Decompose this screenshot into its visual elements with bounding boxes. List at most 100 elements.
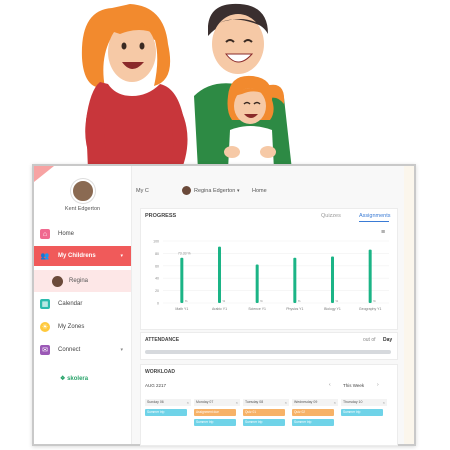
workload-days: Sunday 06 × Summer trip Monday 07 × Assignmen… [145,399,393,443]
bar-percent-label: % [260,299,263,303]
brand-logo: ❖ skolera [60,375,88,382]
y-tick-label: 40 [155,277,159,281]
workload-day: Sunday 06 × Summer trip [145,399,191,439]
workload-event[interactable]: Summer trip [194,419,236,426]
x-tick-label: Arabic Y1 [212,307,227,311]
workload-event[interactable]: Summer trip [341,409,383,416]
sidebar-item-regina[interactable]: Regina [34,270,131,292]
attendance-period[interactable]: Day [383,337,392,343]
child-avatar [52,275,63,287]
sidebar-item-home[interactable]: ⌂ Home [34,224,131,244]
workload-event[interactable]: Summer trip [292,419,334,426]
right-edge-panel [404,166,414,444]
sidebar-item-calendar[interactable]: ▦ Calendar [34,294,131,314]
tab-quizzes[interactable]: Quizzes [321,213,341,219]
chat-icon: ✉ [40,345,50,355]
prev-week-button[interactable]: ‹ [329,382,331,388]
close-icon[interactable]: × [187,399,189,406]
home-link[interactable]: Home [252,188,267,194]
close-icon[interactable]: × [285,399,287,406]
bar-percent-label: % [185,299,188,303]
workload-day: Wednesday 09 × Quiz 02 Summer trip [292,399,338,439]
x-tick-label: Geography Y1 [359,307,382,311]
chevron-down-icon: ▾ [120,253,123,259]
close-icon[interactable]: × [383,399,385,406]
bar[interactable] [255,264,259,303]
progress-chart: 0 20 40 60 80 100% Math Y1% Arabic Y1% Science Y… [153,240,389,311]
workload-day: Monday 07 × Assignment due Summer trip [194,399,240,439]
close-icon[interactable]: × [236,399,238,406]
bar[interactable] [331,256,334,304]
topbar: My C Regina Edgerton ▾ Home [132,182,414,200]
workload-day-label: Wednesday 09 × [292,399,338,406]
avatar[interactable] [71,179,95,203]
workload-day-label: Sunday 06 × [145,399,191,406]
sidebar-item-label: My Zones [58,324,85,330]
workload-event[interactable]: Quiz 01 [243,409,285,416]
sidebar-item-connect[interactable]: ✉ Connect ▾ [34,340,131,360]
bar-percent-label: % [223,299,226,303]
workload-event[interactable]: Summer trip [145,409,187,416]
sidebar-item-my-childrens[interactable]: 👥 My Childrens ▾ [34,246,131,266]
workload-event[interactable]: Assignment due [194,409,236,416]
people-icon: 👥 [40,253,50,260]
workload-day-label: Monday 07 × [194,399,240,406]
sidebar-item-label: Home [58,231,75,237]
bar[interactable] [293,257,297,303]
sidebar-item-label: Connect [58,347,81,353]
bar-annotation: 73.33 % [178,252,191,256]
attendance-out-of: out of [363,337,376,343]
progress-title: PROGRESS [145,213,177,219]
workload-day-label: Thursday 10 × [341,399,387,406]
sidebar-item-label: Calendar [58,301,83,307]
workload-month: AUG 2217 [145,383,167,388]
y-tick-label: 100 [153,240,159,244]
attendance-bar [145,350,391,354]
calendar-icon: ▦ [40,299,50,309]
x-tick-label: Math Y1 [175,307,188,311]
y-tick-label: 0 [157,302,159,306]
y-tick-label: 80 [155,252,159,256]
sidebar-item-label: Regina [69,278,89,284]
progress-card: PROGRESS Quizzes Assignments ≡ 0 20 40 60 80… [140,208,398,330]
week-range[interactable]: This Week [343,383,364,388]
active-tab-underline [359,221,389,222]
user-name: Kent Edgerton [64,206,101,212]
attendance-title: ATTENDANCE [145,337,180,343]
y-tick-label: 60 [155,264,159,268]
sidebar-item-label: My Childrens [58,253,96,259]
next-week-button[interactable]: › [377,382,379,388]
workload-title: WORKLOAD [145,369,175,375]
close-icon[interactable]: × [334,399,336,406]
sun-icon: ☀ [40,322,50,332]
bar[interactable] [368,249,372,303]
chevron-down-icon: ▾ [120,347,123,353]
chevron-down-icon[interactable]: ▾ [237,188,240,194]
child-select[interactable]: Regina Edgerton [194,188,235,194]
sidebar-item-my-zones[interactable]: ☀ My Zones [34,317,131,337]
y-tick-label: 20 [155,289,159,293]
workload-day: Tuesday 08 × Quiz 01 Summer trip [243,399,289,439]
workload-day-label: Tuesday 08 × [243,399,289,406]
sidebar: Kent Edgerton ⌂ Home 👥 My Childrens ▾ Re… [34,166,132,444]
bar[interactable] [218,246,221,303]
x-tick-label: Biology Y1 [324,307,341,311]
tab-assignments[interactable]: Assignments [359,213,391,219]
workload-card: WORKLOAD AUG 2217 ‹ This Week › Sunday 0… [140,364,398,446]
bar-percent-label: % [298,299,301,303]
workload-event[interactable]: Quiz 02 [292,409,334,416]
back-link[interactable]: My C [136,188,149,194]
brand-name: skolera [67,376,89,382]
workload-day: Thursday 10 × Summer trip [341,399,387,439]
bar-percent-label: % [373,299,376,303]
home-icon: ⌂ [40,229,50,239]
x-tick-label: Science Y1 [248,307,266,311]
child-avatar [182,186,191,195]
logo-icon: ❖ [60,376,66,382]
workload-event[interactable]: Summer trip [243,419,285,426]
sidebar-header-accent [34,166,54,182]
attendance-card: ATTENDANCE out of Day [140,332,398,360]
x-tick-label: Physics Y1 [286,307,303,311]
main-content: My C Regina Edgerton ▾ Home PROGRESS Qui… [132,166,414,446]
bar[interactable] [180,257,184,303]
